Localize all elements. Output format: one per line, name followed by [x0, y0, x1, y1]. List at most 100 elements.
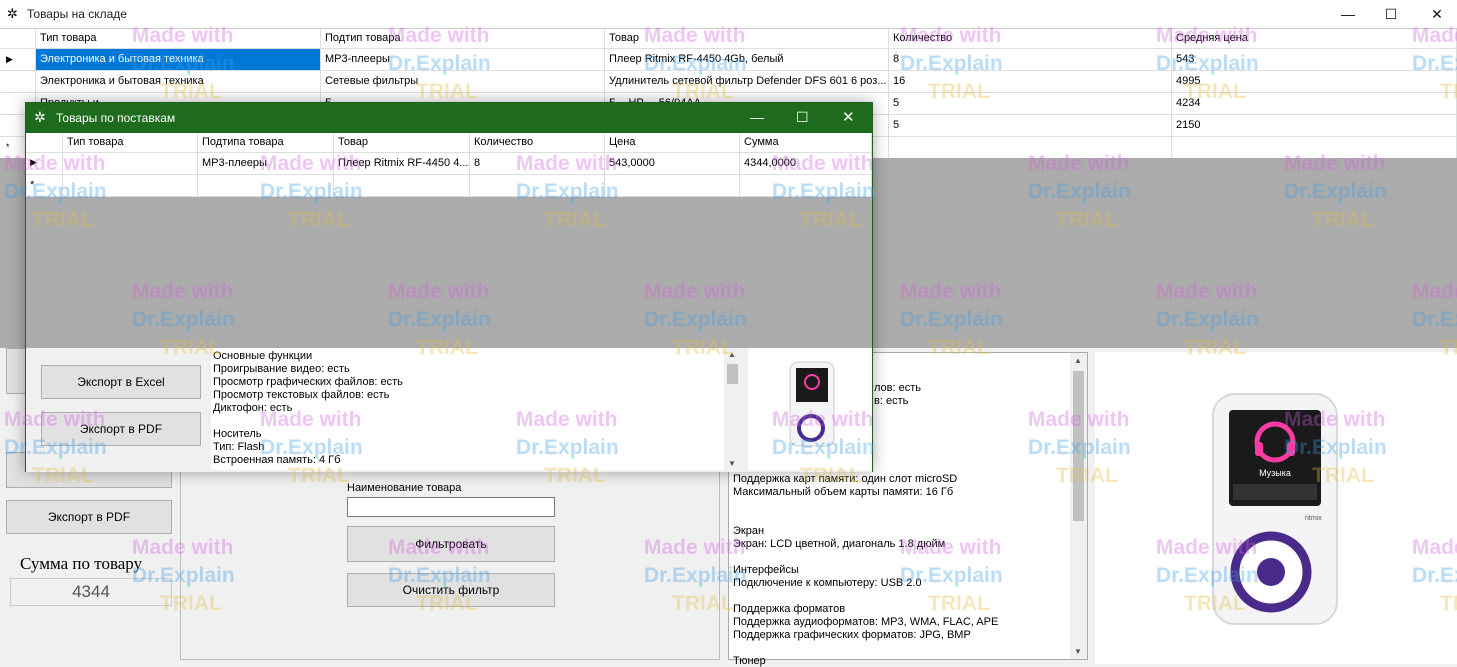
- description-line: Экран: LCD цветной, диагональ 1.8 дюйм: [733, 538, 946, 550]
- table-cell[interactable]: 5: [889, 93, 1172, 115]
- description-line: Экран: [733, 525, 765, 537]
- column-header[interactable]: Товар: [605, 29, 889, 49]
- table-cell[interactable]: 8: [889, 49, 1172, 71]
- product-name-input[interactable]: [347, 497, 555, 517]
- description-line: Поддержка графических форматов: JPG, BMP: [733, 629, 971, 641]
- dialog-description[interactable]: Основные функции Проигрывание видео: ест…: [211, 348, 741, 470]
- scroll-thumb[interactable]: [1073, 371, 1084, 521]
- description-line: Тип: Flash: [213, 441, 265, 453]
- table-cell[interactable]: [334, 175, 470, 197]
- player-screen-text: Музыка: [1259, 468, 1291, 478]
- column-header[interactable]: Тип товара: [63, 133, 198, 153]
- table-cell[interactable]: Электроника и бытовая техника: [36, 71, 321, 93]
- export-pdf-button-main[interactable]: Экспорт в PDF: [6, 500, 172, 534]
- description-line: Просмотр текстовых файлов: есть: [213, 389, 390, 401]
- description-line: Поддержка аудиоформатов: MP3, WMA, FLAC,…: [733, 616, 999, 628]
- table-cell[interactable]: Электроника и бытовая техника: [36, 49, 321, 71]
- dialog-product-image: [748, 348, 872, 470]
- scroll-down-icon[interactable]: ▼: [728, 459, 736, 468]
- table-cell[interactable]: 4995: [1172, 71, 1457, 93]
- row-selector-current[interactable]: ▶: [0, 49, 36, 71]
- new-row-selector[interactable]: *: [26, 175, 63, 197]
- close-button[interactable]: ✕: [1414, 0, 1457, 28]
- column-header[interactable]: Сумма: [740, 133, 872, 153]
- description-scrollbar[interactable]: ▲ ▼: [1070, 353, 1087, 659]
- column-header[interactable]: Количество: [889, 29, 1172, 49]
- dialog-title: Товары по поставкам: [56, 111, 176, 125]
- export-excel-button[interactable]: Экспорт в Excel: [41, 365, 201, 399]
- grid-corner: [26, 133, 63, 153]
- description-line: Поддержка форматов: [733, 603, 846, 615]
- table-cell[interactable]: 8: [470, 153, 605, 175]
- supply-dialog: ✲ Товары по поставкам — ☐ ✕ Тип товара П…: [25, 102, 873, 472]
- table-cell[interactable]: MP3-плееры: [198, 153, 334, 175]
- grid-corner: [0, 29, 36, 49]
- description-line: Встроенная память: 4 Гб: [213, 454, 341, 466]
- column-header[interactable]: Тип товара: [36, 29, 321, 49]
- column-header[interactable]: Подтип товара: [321, 29, 605, 49]
- column-header[interactable]: Количество: [470, 133, 605, 153]
- description-line: Подключение к компьютеру: USB 2.0: [733, 577, 922, 589]
- table-cell[interactable]: Электроника и бытова...: [63, 153, 198, 175]
- scroll-up-icon[interactable]: ▲: [1074, 356, 1082, 365]
- column-header[interactable]: Подтипа товара: [198, 133, 334, 153]
- description-line: Интерфейсы: [733, 564, 799, 576]
- table-cell[interactable]: Сетевые фильтры: [321, 71, 605, 93]
- dialog-minimize-button[interactable]: —: [750, 109, 764, 125]
- description-line: Поддержка карт памяти: один слот microSD: [733, 473, 958, 485]
- dialog-maximize-button[interactable]: ☐: [796, 109, 809, 126]
- main-window-titlebar: ✲ Товары на складе — ☐ ✕: [0, 0, 1457, 28]
- product-name-label: Наименование товара: [347, 482, 462, 494]
- minimize-button[interactable]: —: [1325, 0, 1371, 28]
- table-cell[interactable]: [605, 175, 740, 197]
- dialog-description-scrollbar[interactable]: ▲ ▼: [724, 348, 741, 470]
- description-line: Просмотр графических файлов: есть: [213, 376, 403, 388]
- column-header[interactable]: Средняя цена: [1172, 29, 1457, 49]
- table-cell[interactable]: [740, 175, 872, 197]
- table-cell[interactable]: MP3-плееры: [321, 49, 605, 71]
- table-cell[interactable]: 5: [889, 115, 1172, 137]
- table-cell[interactable]: 4234: [1172, 93, 1457, 115]
- clear-filter-button[interactable]: Очистить фильтр: [347, 573, 555, 607]
- dialog-bottom-panel: Экспорт в Excel Экспорт в PDF Основные ф…: [26, 348, 872, 472]
- description-line: Тюнер: [733, 655, 766, 667]
- scroll-thumb[interactable]: [727, 364, 738, 384]
- table-cell[interactable]: [1172, 137, 1457, 159]
- description-line: в: есть: [874, 395, 909, 407]
- table-cell[interactable]: [198, 175, 334, 197]
- table-cell[interactable]: Удлинитель сетевой фильтр Defender DFS 6…: [605, 71, 889, 93]
- row-selector-current[interactable]: ▶: [26, 153, 63, 175]
- scroll-down-icon[interactable]: ▼: [1074, 647, 1082, 656]
- table-cell[interactable]: [889, 137, 1172, 159]
- table-cell[interactable]: 543: [1172, 49, 1457, 71]
- description-line: Максимальный объем карты памяти: 16 Гб: [733, 486, 954, 498]
- table-cell[interactable]: Плеер Ritmix RF-4450 4...: [334, 153, 470, 175]
- scroll-up-icon[interactable]: ▲: [728, 350, 736, 359]
- table-cell[interactable]: [63, 175, 198, 197]
- dialog-grid[interactable]: Тип товара Подтипа товара Товар Количест…: [26, 133, 872, 348]
- export-pdf-button[interactable]: Экспорт в PDF: [41, 412, 201, 446]
- description-line: Носитель: [213, 428, 262, 440]
- column-header[interactable]: Цена: [605, 133, 740, 153]
- dialog-gear-icon: ✲: [34, 109, 46, 125]
- description-line: лов: есть: [874, 382, 922, 394]
- maximize-button[interactable]: ☐: [1368, 0, 1414, 28]
- description-line: Диктофон: есть: [213, 402, 293, 414]
- row-selector[interactable]: [0, 71, 36, 93]
- column-header[interactable]: Товар: [334, 133, 470, 153]
- app-gear-icon: ✲: [7, 6, 18, 21]
- table-cell[interactable]: Плеер Ritmix RF-4450 4Gb, белый: [605, 49, 889, 71]
- table-cell[interactable]: 543,0000: [605, 153, 740, 175]
- table-cell[interactable]: [470, 175, 605, 197]
- table-cell[interactable]: 4344,0000: [740, 153, 872, 175]
- sum-value-field: 4344: [10, 578, 172, 606]
- dialog-close-button[interactable]: ✕: [842, 108, 855, 126]
- sum-label: Сумма по товару: [20, 554, 143, 573]
- description-line: Проигрывание видео: есть: [213, 363, 350, 375]
- mp3-player-thumbnail: [789, 361, 835, 447]
- table-cell[interactable]: 16: [889, 71, 1172, 93]
- description-line: Основные функции: [213, 350, 313, 362]
- table-cell[interactable]: 2150: [1172, 115, 1457, 137]
- player-brand-text: ritmix: [1305, 515, 1322, 522]
- filter-button[interactable]: Фильтровать: [347, 526, 555, 562]
